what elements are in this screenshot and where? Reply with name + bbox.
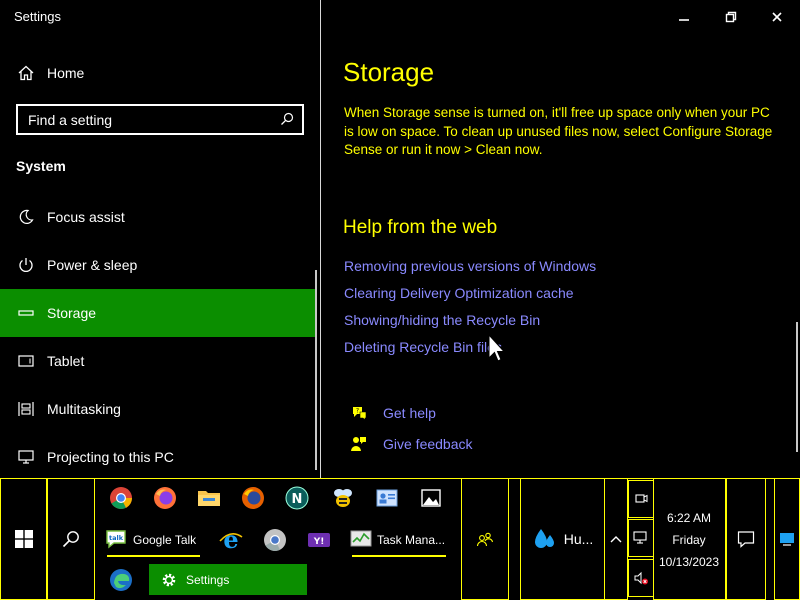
sidebar-item-label: Home [47, 65, 85, 81]
get-help-icon: ? [351, 405, 367, 421]
notification-icon [737, 531, 755, 548]
svg-text:?: ? [356, 408, 359, 415]
section-title: System [16, 158, 66, 174]
contacts-icon[interactable] [374, 485, 400, 511]
svg-text:N: N [292, 492, 303, 507]
sidebar-item-storage[interactable]: Storage [0, 289, 316, 337]
content-scrollbar[interactable] [796, 322, 798, 452]
desktop-icon [780, 533, 794, 546]
netscape-icon[interactable]: N [284, 485, 310, 511]
chevron-up-icon [610, 536, 622, 543]
yahoo-icon[interactable]: Y! [306, 527, 332, 553]
settings-sidebar: Settings Home Find a setting System Focu… [0, 0, 320, 478]
task-manager-taskbar-button[interactable]: Task Mana... [350, 525, 448, 557]
google-talk-taskbar-button[interactable]: talk Google Talk [105, 525, 202, 557]
storage-description: When Storage sense is turned on, it'll f… [344, 105, 773, 157]
firefox-icon[interactable] [240, 485, 266, 511]
close-icon [772, 12, 782, 22]
storage-icon [16, 303, 36, 323]
tablet-icon [16, 351, 36, 371]
people-button[interactable] [461, 479, 509, 600]
firefox-icon[interactable] [152, 485, 178, 511]
google-talk-icon: talk [105, 529, 127, 552]
sidebar-scrollbar[interactable] [315, 270, 317, 470]
sidebar-item-multitasking[interactable]: Multitasking [0, 385, 316, 433]
svg-text:e: e [223, 527, 238, 553]
search-input[interactable]: Find a setting [16, 104, 304, 135]
taskbar-search-button[interactable] [47, 479, 95, 600]
help-section-title: Help from the web [343, 217, 498, 238]
sidebar-item-label: Tablet [47, 353, 85, 369]
projecting-icon [16, 447, 36, 467]
photos-icon[interactable] [418, 485, 444, 511]
volume-muted-icon [634, 571, 648, 585]
system-clock[interactable]: 6:22 AM Friday 10/13/2023 [653, 507, 725, 573]
network-icon [633, 531, 647, 544]
humidity-icon [532, 526, 558, 552]
bee-icon[interactable] [330, 485, 356, 511]
sidebar-item-focus-assist[interactable]: Focus assist [0, 193, 316, 241]
sidebar-item-label: Multitasking [47, 401, 121, 417]
action-center-button[interactable] [726, 479, 766, 600]
running-indicator [352, 555, 446, 557]
close-button[interactable] [754, 4, 800, 30]
show-hidden-icons-button[interactable] [604, 479, 628, 600]
svg-text:Y!: Y! [313, 537, 325, 547]
help-link[interactable]: Removing previous versions of Windows [344, 258, 596, 274]
sidebar-item-label: Projecting to this PC [47, 449, 174, 465]
edge-icon[interactable] [108, 567, 134, 593]
file-explorer-icon[interactable] [196, 485, 222, 511]
help-link[interactable]: Clearing Delivery Optimization cache [344, 285, 574, 301]
svg-text:talk: talk [109, 534, 124, 542]
help-link[interactable]: Deleting Recycle Bin files [344, 339, 502, 355]
settings-taskbar-button[interactable]: Settings [149, 564, 307, 595]
gear-icon [161, 572, 177, 588]
sidebar-item-label: Storage [47, 305, 97, 321]
running-indicator [107, 555, 200, 557]
get-help-link[interactable]: ? Get help [351, 405, 436, 421]
window-title: Settings [14, 9, 61, 24]
chrome-icon[interactable] [262, 527, 288, 553]
sidebar-item-projecting[interactable]: Projecting to this PC [0, 433, 316, 481]
sidebar-item-label: Power & sleep [47, 257, 138, 273]
clock-date: 10/13/2023 [658, 555, 720, 569]
meet-now-button[interactable] [628, 480, 654, 518]
page-title: Storage [343, 57, 435, 87]
volume-button[interactable] [628, 559, 654, 597]
search-icon [62, 531, 79, 548]
network-button[interactable] [628, 519, 654, 557]
sidebar-item-tablet[interactable]: Tablet [0, 337, 316, 385]
mouse-cursor-icon [488, 333, 506, 371]
minimize-button[interactable] [661, 4, 707, 30]
power-icon [16, 255, 36, 275]
restore-button[interactable] [708, 4, 754, 30]
moon-icon [16, 207, 36, 227]
search-icon[interactable] [280, 112, 294, 129]
internet-explorer-icon[interactable]: e [218, 527, 244, 553]
taskbar: N talk Google Talk e Y! Task Mana... Set… [0, 478, 800, 600]
sidebar-item-home[interactable]: Home [0, 49, 316, 97]
sidebar-item-label: Focus assist [47, 209, 125, 225]
storage-page: Storage When Storage sense is turned on,… [321, 0, 800, 478]
multitasking-icon [16, 399, 36, 419]
clock-time: 6:22 AM [666, 511, 712, 525]
give-feedback-link[interactable]: Give feedback [351, 436, 473, 452]
clock-day: Friday [672, 533, 706, 547]
search-placeholder: Find a setting [28, 111, 113, 128]
feedback-icon [351, 436, 367, 452]
meet-now-icon [635, 494, 648, 503]
chrome-icon[interactable] [108, 485, 134, 511]
home-icon [16, 63, 36, 83]
task-manager-icon [350, 529, 372, 552]
show-desktop-button[interactable] [774, 479, 800, 600]
start-button[interactable] [0, 479, 47, 600]
help-link[interactable]: Showing/hiding the Recycle Bin [344, 312, 540, 328]
windows-logo-icon [14, 530, 33, 548]
weather-widget[interactable]: Hu... [520, 479, 605, 600]
sidebar-item-power-sleep[interactable]: Power & sleep [0, 241, 316, 289]
people-icon [476, 532, 494, 547]
